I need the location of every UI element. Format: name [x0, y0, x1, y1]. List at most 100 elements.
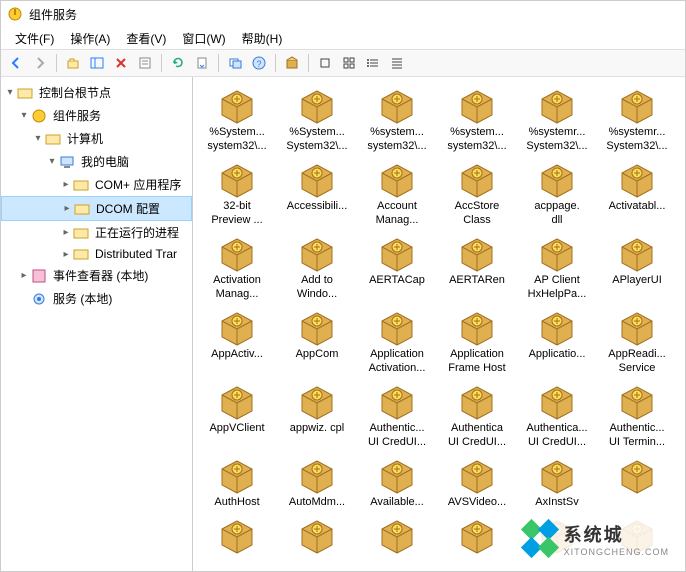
tree-root[interactable]: ▾ 控制台根节点: [1, 81, 192, 104]
tree-com-apps[interactable]: ▸ COM+ 应用程序: [1, 173, 192, 196]
menu-view[interactable]: 查看(V): [120, 28, 172, 49]
component-box-icon: [457, 307, 497, 347]
list-item[interactable]: [517, 515, 597, 555]
component-icon-button[interactable]: [281, 52, 303, 74]
menu-window[interactable]: 窗口(W): [176, 28, 231, 49]
window-title: 组件服务: [29, 6, 77, 23]
list-item[interactable]: AP ClientHxHelpPa...: [517, 233, 597, 301]
chevron-right-icon[interactable]: ▸: [17, 270, 31, 281]
chevron-right-icon[interactable]: ▸: [59, 249, 73, 260]
chevron-down-icon[interactable]: ▾: [17, 110, 31, 121]
item-label-line1: Authentica: [438, 421, 516, 435]
menu-file[interactable]: 文件(F): [9, 28, 60, 49]
list-item[interactable]: %system...system32\...: [437, 85, 517, 153]
list-item[interactable]: [437, 515, 517, 555]
list-item[interactable]: AppActiv...: [197, 307, 277, 375]
component-box-icon: [457, 381, 497, 421]
list-item[interactable]: ActivationManag...: [197, 233, 277, 301]
svg-text:?: ?: [256, 59, 261, 69]
component-box-icon: [297, 515, 337, 555]
list-item[interactable]: AuthHost: [197, 455, 277, 509]
list-item[interactable]: Authentic...UI Termin...: [597, 381, 677, 449]
list-item[interactable]: Accessibili...: [277, 159, 357, 227]
chevron-right-icon[interactable]: ▸: [60, 203, 74, 214]
view-small-icons-button[interactable]: [338, 52, 360, 74]
list-item[interactable]: ApplicationFrame Host: [437, 307, 517, 375]
list-item[interactable]: %System...system32\...: [197, 85, 277, 153]
list-item[interactable]: %system...system32\...: [357, 85, 437, 153]
back-button[interactable]: [5, 52, 27, 74]
list-item[interactable]: AVSVideo...: [437, 455, 517, 509]
component-box-icon: [617, 307, 657, 347]
item-label-line1: %System...: [198, 125, 276, 139]
delete-button[interactable]: [110, 52, 132, 74]
forward-button[interactable]: [29, 52, 51, 74]
chevron-down-icon[interactable]: ▾: [31, 133, 45, 144]
list-item[interactable]: AppReadi...Service: [597, 307, 677, 375]
list-item[interactable]: [357, 515, 437, 555]
component-box-icon: [617, 159, 657, 199]
list-item[interactable]: AERTARen: [437, 233, 517, 301]
help-button[interactable]: ?: [248, 52, 270, 74]
up-button[interactable]: [62, 52, 84, 74]
menu-help[interactable]: 帮助(H): [236, 28, 289, 49]
list-item[interactable]: acppage.dll: [517, 159, 597, 227]
folder-icon: [45, 131, 61, 147]
list-item[interactable]: Applicatio...: [517, 307, 597, 375]
list-item[interactable]: 32-bitPreview ...: [197, 159, 277, 227]
list-item[interactable]: [597, 515, 677, 555]
list-item[interactable]: Activatabl...: [597, 159, 677, 227]
tree-services[interactable]: 服务 (本地): [1, 287, 192, 310]
list-item[interactable]: AxInstSv: [517, 455, 597, 509]
view-details-button[interactable]: [386, 52, 408, 74]
show-hide-tree-button[interactable]: [86, 52, 108, 74]
list-item[interactable]: AERTACap: [357, 233, 437, 301]
list-item[interactable]: %System...System32\...: [277, 85, 357, 153]
list-item[interactable]: Available...: [357, 455, 437, 509]
list-item[interactable]: %systemr...System32\...: [517, 85, 597, 153]
list-item[interactable]: appwiz. cpl: [277, 381, 357, 449]
chevron-down-icon[interactable]: ▾: [45, 156, 59, 167]
new-window-button[interactable]: [224, 52, 246, 74]
list-item[interactable]: ApplicationActivation...: [357, 307, 437, 375]
list-item[interactable]: [277, 515, 357, 555]
list-item[interactable]: Authentic...UI CredUI...: [357, 381, 437, 449]
list-item[interactable]: Add toWindo...: [277, 233, 357, 301]
list-item[interactable]: AuthenticaUI CredUI...: [437, 381, 517, 449]
chevron-right-icon[interactable]: ▸: [59, 227, 73, 238]
item-label-line2: Windo...: [278, 287, 356, 301]
list-item[interactable]: AccStoreClass: [437, 159, 517, 227]
menu-action[interactable]: 操作(A): [64, 28, 116, 49]
refresh-button[interactable]: [167, 52, 189, 74]
tree-running-processes[interactable]: ▸ 正在运行的进程: [1, 221, 192, 244]
list-item[interactable]: Authentica...UI CredUI...: [517, 381, 597, 449]
tree-dcom-config[interactable]: ▸ DCOM 配置: [1, 196, 192, 221]
list-item[interactable]: [597, 455, 677, 509]
chevron-down-icon[interactable]: ▾: [3, 87, 17, 98]
list-view[interactable]: %System...system32\...%System...System32…: [193, 77, 685, 571]
list-item[interactable]: AppCom: [277, 307, 357, 375]
export-button[interactable]: [191, 52, 213, 74]
list-item[interactable]: [197, 515, 277, 555]
tree-my-computer[interactable]: ▾ 我的电脑: [1, 150, 192, 173]
tree-dtc[interactable]: ▸ Distributed Trar: [1, 244, 192, 264]
list-item[interactable]: AccountManag...: [357, 159, 437, 227]
tree-label: 正在运行的进程: [93, 223, 181, 242]
chevron-right-icon[interactable]: ▸: [59, 179, 73, 190]
list-item[interactable]: AutoMdm...: [277, 455, 357, 509]
component-box-icon: [377, 515, 417, 555]
list-item[interactable]: %systemr...System32\...: [597, 85, 677, 153]
item-label-line1: %system...: [438, 125, 516, 139]
item-label-line1: AVSVideo...: [438, 495, 516, 509]
view-list-button[interactable]: [362, 52, 384, 74]
event-viewer-icon: [31, 268, 47, 284]
list-item[interactable]: AppVClient: [197, 381, 277, 449]
tree-computers[interactable]: ▾ 计算机: [1, 127, 192, 150]
component-box-icon: [217, 233, 257, 273]
list-item[interactable]: APlayerUI: [597, 233, 677, 301]
tree-event-viewer[interactable]: ▸ 事件查看器 (本地): [1, 264, 192, 287]
tree-panel[interactable]: ▾ 控制台根节点 ▾ 组件服务 ▾ 计算机 ▾ 我的电脑 ▸ COM+ 应用程序…: [1, 77, 193, 571]
properties-button[interactable]: [134, 52, 156, 74]
tree-component-services[interactable]: ▾ 组件服务: [1, 104, 192, 127]
view-large-icons-button[interactable]: [314, 52, 336, 74]
